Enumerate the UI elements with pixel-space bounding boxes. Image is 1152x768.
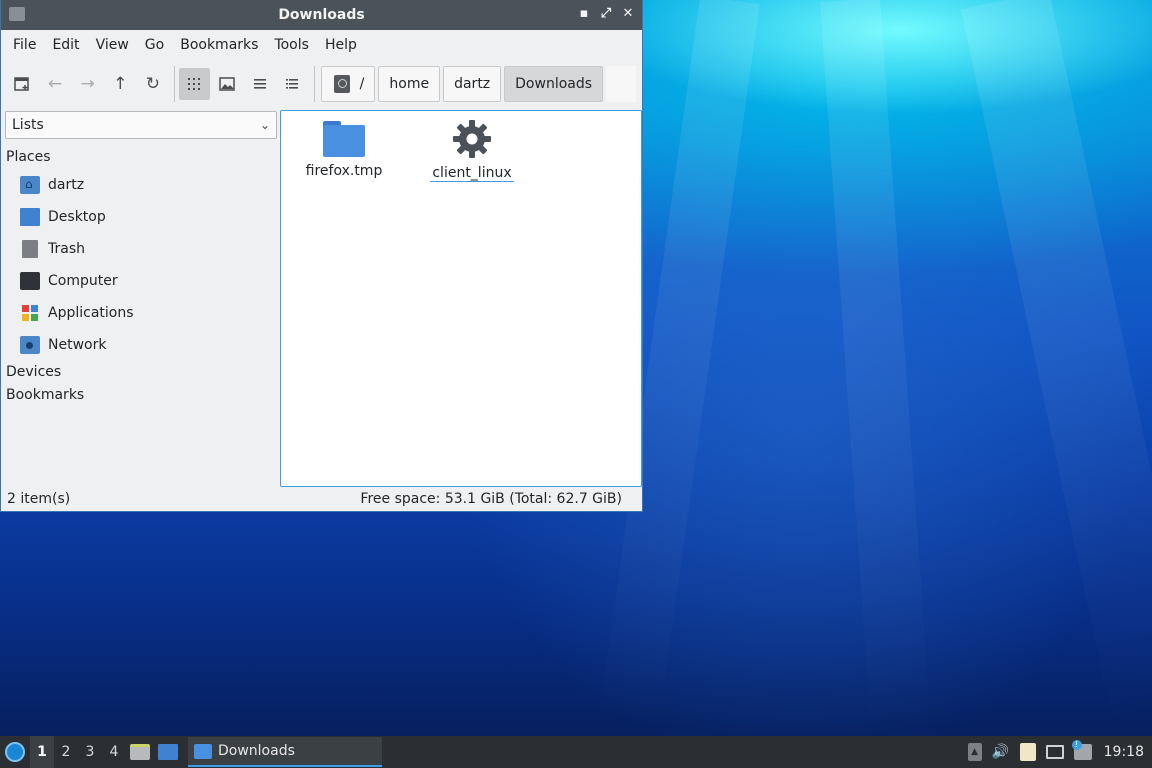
network-status-icon[interactable] (1045, 745, 1064, 759)
sidebar-item-label: Applications (48, 305, 134, 321)
thumbnail-view-icon[interactable] (212, 68, 243, 100)
light-ray (960, 0, 1152, 730)
file-item-client-linux[interactable]: client_linux (417, 119, 527, 182)
back-icon[interactable]: ← (40, 68, 71, 100)
path-bar-fill (606, 66, 637, 102)
window-title: Downloads (278, 7, 365, 23)
sidebar-item-dartz[interactable]: dartz (4, 169, 277, 201)
workspace-2[interactable]: 2 (54, 736, 78, 768)
reload-icon[interactable]: ↻ (138, 68, 169, 100)
toolbar-separator (174, 66, 176, 102)
up-icon[interactable]: ↑ (105, 68, 136, 100)
applications-icon (22, 305, 38, 321)
path-segment-dartz[interactable]: dartz (443, 66, 502, 102)
network-icon (20, 336, 40, 354)
file-manager-window: Downloads ▪ ⤢ ✕ File Edit View Go Bookma… (0, 0, 643, 512)
sidebar-item-label: dartz (48, 177, 85, 193)
start-menu-button[interactable] (0, 736, 30, 768)
taskbar: 1 2 3 4 Downloads ▲ 🔊 19:18 (0, 736, 1152, 768)
sidebar-item-network[interactable]: Network (4, 329, 277, 361)
places-section-header[interactable]: Places (4, 146, 277, 169)
workspace-4[interactable]: 4 (102, 736, 126, 768)
chevron-down-icon: ⌄ (259, 118, 270, 132)
menu-tools[interactable]: Tools (266, 37, 317, 53)
quicklaunch-file-manager[interactable] (126, 736, 154, 768)
show-desktop-icon (158, 744, 178, 760)
sidebar-item-label: Trash (48, 241, 85, 257)
menu-edit[interactable]: Edit (44, 37, 87, 53)
free-space: Free space: 53.1 GiB (Total: 62.7 GiB) (360, 491, 622, 507)
minimize-icon[interactable]: ▪ (578, 6, 590, 21)
path-bar: / home dartz Downloads (320, 65, 637, 103)
path-root-button[interactable]: / (320, 66, 376, 102)
folder-icon (323, 121, 365, 157)
workspace-3[interactable]: 3 (78, 736, 102, 768)
drive-icon (333, 75, 350, 93)
sidebar-item-label: Network (48, 337, 107, 353)
menu-file[interactable]: File (5, 37, 44, 53)
menubar: File Edit View Go Bookmarks Tools Help (1, 30, 642, 59)
sidebar-item-applications[interactable]: Applications (4, 297, 277, 329)
window-content: Lists ⌄ Places dartz Desktop Trash Compu… (1, 109, 642, 487)
path-root-label: / (359, 76, 365, 92)
detailed-list-icon[interactable] (277, 68, 308, 100)
sidebar-item-desktop[interactable]: Desktop (4, 201, 277, 233)
window-titlebar[interactable]: Downloads ▪ ⤢ ✕ (1, 0, 642, 30)
compact-view-icon[interactable] (244, 68, 275, 100)
light-ray (820, 0, 932, 737)
system-tray: ▲ 🔊 19:18 (967, 740, 1152, 761)
computer-icon (20, 272, 40, 290)
window-folder-icon[interactable] (9, 7, 25, 21)
toolbar: ← → ↑ ↻ / home dartz Downloads (1, 59, 642, 109)
item-count: 2 item(s) (7, 491, 71, 507)
file-item-firefox-tmp[interactable]: firefox.tmp (289, 121, 399, 179)
file-view[interactable]: firefox.tmp client_linux (280, 110, 642, 487)
update-notifier-icon[interactable] (1071, 740, 1092, 760)
clock[interactable]: 19:18 (1102, 744, 1144, 760)
menu-view[interactable]: View (88, 37, 137, 53)
sidebar-mode-value: Lists (12, 117, 44, 133)
forward-icon[interactable]: → (72, 68, 103, 100)
sidebar-item-label: Computer (48, 273, 118, 289)
home-folder-icon (20, 176, 40, 194)
tray-expand-icon[interactable]: ▲ (967, 743, 982, 761)
volume-icon[interactable]: 🔊 (992, 743, 1010, 761)
sidebar: Lists ⌄ Places dartz Desktop Trash Compu… (4, 109, 277, 487)
clipboard-icon[interactable] (1019, 743, 1036, 761)
folder-icon (194, 743, 212, 759)
sidebar-item-computer[interactable]: Computer (4, 265, 277, 297)
gear-icon (453, 120, 491, 158)
status-bar: 2 item(s) Free space: 53.1 GiB (Total: 6… (1, 487, 642, 511)
maximize-icon[interactable]: ⤢ (600, 6, 612, 21)
toolbar-separator (313, 66, 315, 102)
workspace-1[interactable]: 1 (30, 736, 54, 768)
path-segment-home[interactable]: home (378, 66, 441, 102)
icon-view-icon[interactable] (179, 68, 210, 100)
new-tab-icon[interactable] (7, 68, 38, 100)
close-icon[interactable]: ✕ (622, 6, 634, 21)
file-name: client_linux (430, 165, 514, 182)
file-manager-icon (130, 744, 150, 760)
sidebar-mode-select[interactable]: Lists ⌄ (5, 111, 277, 139)
file-name: firefox.tmp (305, 163, 383, 179)
bookmarks-section-header[interactable]: Bookmarks (4, 384, 277, 407)
desktop-icon (20, 208, 40, 226)
devices-section-header[interactable]: Devices (4, 361, 277, 384)
menu-bookmarks[interactable]: Bookmarks (172, 37, 266, 53)
path-segment-downloads[interactable]: Downloads (504, 66, 604, 102)
quicklaunch-show-desktop[interactable] (154, 736, 182, 768)
menu-go[interactable]: Go (137, 37, 172, 53)
task-downloads[interactable]: Downloads (188, 737, 382, 767)
menu-help[interactable]: Help (317, 37, 365, 53)
lxqt-logo-icon (5, 742, 25, 762)
sidebar-item-trash[interactable]: Trash (4, 233, 277, 265)
trash-icon (22, 240, 38, 258)
sidebar-item-label: Desktop (48, 209, 106, 225)
task-label: Downloads (218, 743, 295, 759)
